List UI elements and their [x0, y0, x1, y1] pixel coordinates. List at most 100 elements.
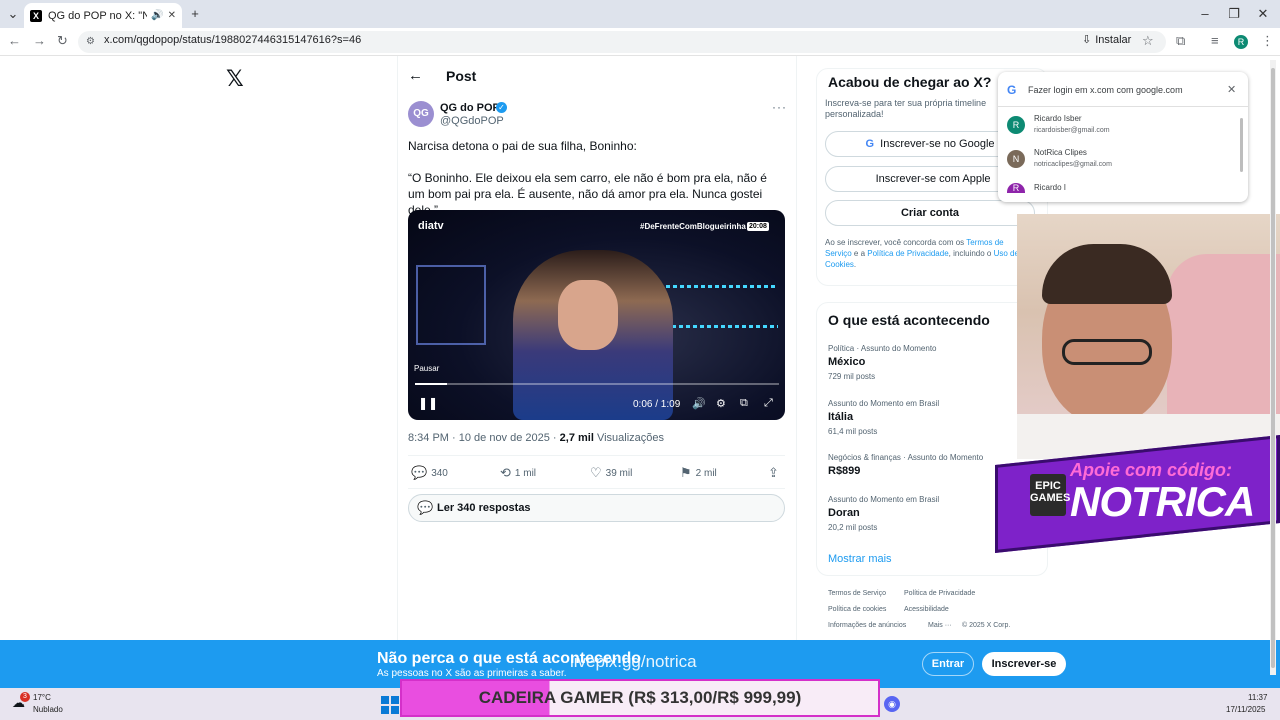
- author-handle[interactable]: @QGdoPOP: [440, 115, 504, 127]
- weather-badge: 3: [20, 692, 30, 702]
- footer-terms-link[interactable]: Termos de Serviço: [828, 590, 886, 597]
- pause-icon[interactable]: ❚❚: [418, 396, 438, 410]
- volume-icon[interactable]: 🔊: [692, 397, 706, 410]
- video-hashtag: #DeFrenteComBlogueirinha: [640, 222, 746, 231]
- speech-bubble-icon: 💬: [417, 500, 434, 515]
- url-text[interactable]: x.com/qgdopop/status/1988027446315147616…: [104, 34, 361, 46]
- window-minimize-icon[interactable]: –: [1196, 5, 1214, 23]
- account-name[interactable]: Ricardo I: [1034, 183, 1066, 192]
- like-count: 39 mil: [605, 467, 633, 479]
- browser-tab-active[interactable]: X QG do POP no X: "Narcisa 🔊 ✕: [24, 3, 182, 28]
- signup-title: Acabou de chegar ao X?: [828, 74, 992, 90]
- install-icon: ⇩: [1082, 34, 1092, 46]
- post-timestamp[interactable]: 8:34 PM · 10 de nov de 2025 ·: [408, 432, 560, 444]
- divider: [408, 488, 785, 489]
- account-email[interactable]: ricardoisber@gmail.com: [1034, 127, 1110, 134]
- stream-url-overlay: livepix.gg/notrica: [570, 652, 697, 671]
- trend-category: Assunto do Momento em Brasil: [828, 399, 940, 408]
- browser-menu-icon[interactable]: ⋮: [1261, 33, 1274, 49]
- trend-name[interactable]: Itália: [828, 411, 853, 423]
- onetap-scrollbar[interactable]: [1240, 118, 1243, 172]
- legal-and: e a: [851, 249, 868, 258]
- account-avatar[interactable]: R: [1007, 116, 1025, 134]
- trend-posts: 20,2 mil posts: [828, 523, 878, 532]
- media-controls-icon[interactable]: ≡: [1211, 33, 1219, 48]
- footer-more-link[interactable]: Mais ···: [928, 622, 952, 629]
- author-avatar[interactable]: QG: [408, 101, 434, 127]
- share-icon: ⇪: [768, 465, 779, 480]
- account-name[interactable]: NotRica Clipes: [1034, 148, 1087, 157]
- reload-icon[interactable]: ↻: [57, 33, 68, 49]
- install-app-button[interactable]: ⇩ Instalar: [1082, 33, 1132, 47]
- forward-arrow-icon[interactable]: →: [33, 33, 46, 48]
- account-avatar[interactable]: N: [1007, 150, 1025, 168]
- account-name[interactable]: Ricardo Isber: [1034, 114, 1082, 123]
- webcam-person-glasses: [1062, 339, 1152, 365]
- read-replies-button[interactable]: 💬 Ler 340 respostas: [408, 494, 785, 522]
- signup-google-label: Inscrever-se no Google: [880, 138, 995, 150]
- page-title: Post: [446, 68, 477, 84]
- back-arrow-icon[interactable]: ←: [8, 33, 21, 48]
- x-logo-icon[interactable]: 𝕏: [226, 66, 244, 92]
- post-metadata: 8:34 PM · 10 de nov de 2025 · 2,7 mil Vi…: [408, 432, 664, 444]
- discord-icon[interactable]: ◉: [884, 696, 900, 712]
- video-player[interactable]: diatv #DeFrenteComBlogueirinha 20:08 Pau…: [408, 210, 785, 420]
- browser-tab-bar: ⌄ X QG do POP no X: "Narcisa 🔊 ✕ + – ❐ ✕: [0, 0, 1280, 28]
- reply-button[interactable]: 💬 340: [411, 465, 448, 481]
- new-tab-plus-icon[interactable]: +: [186, 5, 204, 23]
- repost-icon: ⟲: [500, 465, 511, 480]
- trend-name[interactable]: México: [828, 356, 865, 368]
- show-more-link[interactable]: Mostrar mais: [828, 553, 892, 565]
- divider: [408, 455, 785, 456]
- onetap-title: Fazer login em x.com com google.com: [1028, 85, 1183, 95]
- window-close-icon[interactable]: ✕: [1254, 5, 1272, 23]
- picture-in-picture-icon[interactable]: ⧉: [740, 397, 748, 410]
- signup-button[interactable]: Inscrever-se: [982, 652, 1066, 676]
- author-name[interactable]: QG do POP: [440, 102, 500, 114]
- create-account-button[interactable]: Criar conta: [825, 200, 1035, 226]
- post-text-line: Narcisa detona o pai de sua filha, Bonin…: [408, 139, 637, 153]
- video-progress-bar[interactable]: [415, 383, 779, 385]
- install-label: Instalar: [1095, 33, 1132, 46]
- close-icon[interactable]: ✕: [1227, 83, 1236, 96]
- privacy-link[interactable]: Política de Privacidade: [867, 249, 948, 258]
- tab-list-chevron-icon[interactable]: ⌄: [4, 5, 22, 23]
- tab-close-icon[interactable]: ✕: [168, 10, 176, 21]
- more-options-icon[interactable]: ···: [772, 100, 787, 114]
- share-button[interactable]: ⇪: [768, 465, 779, 481]
- clock-date[interactable]: 17/11/2025: [1226, 705, 1265, 714]
- extensions-puzzle-icon[interactable]: ⧉: [1176, 33, 1185, 49]
- window-restore-icon[interactable]: ❐: [1225, 5, 1243, 23]
- settings-gear-icon[interactable]: ⚙: [716, 397, 726, 410]
- back-arrow-icon[interactable]: ←: [408, 67, 423, 84]
- video-time: 0:06 / 1:09: [633, 399, 681, 410]
- windows-start-icon[interactable]: [381, 696, 399, 714]
- video-stage-decor: [416, 265, 486, 345]
- bookmark-star-icon[interactable]: ☆: [1142, 33, 1154, 49]
- weather-temperature[interactable]: 17°C: [33, 693, 51, 702]
- trend-name[interactable]: R$899: [828, 465, 860, 477]
- like-button[interactable]: ♡ 39 mil: [590, 465, 632, 481]
- footer-ads-link[interactable]: Informações de anúncios: [828, 622, 906, 629]
- bookmark-button[interactable]: ⚑ 2 mil: [680, 465, 717, 481]
- footer-privacy-link[interactable]: Política de Privacidade: [904, 590, 975, 597]
- page-scrollbar[interactable]: [1270, 60, 1276, 675]
- footer-cookies-link[interactable]: Política de cookies: [828, 606, 886, 613]
- account-email[interactable]: notricaclipes@gmail.com: [1034, 161, 1112, 168]
- trend-name[interactable]: Doran: [828, 507, 860, 519]
- footer-copyright: © 2025 X Corp.: [962, 622, 1011, 629]
- scrollbar-thumb[interactable]: [1271, 68, 1275, 668]
- fullscreen-icon[interactable]: ⤢: [764, 397, 773, 410]
- video-badge: 20:08: [747, 222, 769, 231]
- reply-icon: 💬: [411, 465, 428, 480]
- repost-button[interactable]: ⟲ 1 mil: [500, 465, 536, 481]
- browser-profile-avatar[interactable]: R: [1234, 35, 1248, 49]
- site-info-icon[interactable]: ⚙: [86, 36, 95, 47]
- login-button[interactable]: Entrar: [922, 652, 974, 676]
- video-person-face: [558, 280, 618, 350]
- speaker-icon[interactable]: 🔊: [151, 10, 163, 21]
- footer-accessibility-link[interactable]: Acessibilidade: [904, 606, 949, 613]
- weather-description[interactable]: Nublado: [33, 705, 63, 714]
- clock-time[interactable]: 11:37: [1248, 693, 1267, 702]
- signup-subtitle: Inscreva-se para ter sua própria timelin…: [825, 98, 987, 119]
